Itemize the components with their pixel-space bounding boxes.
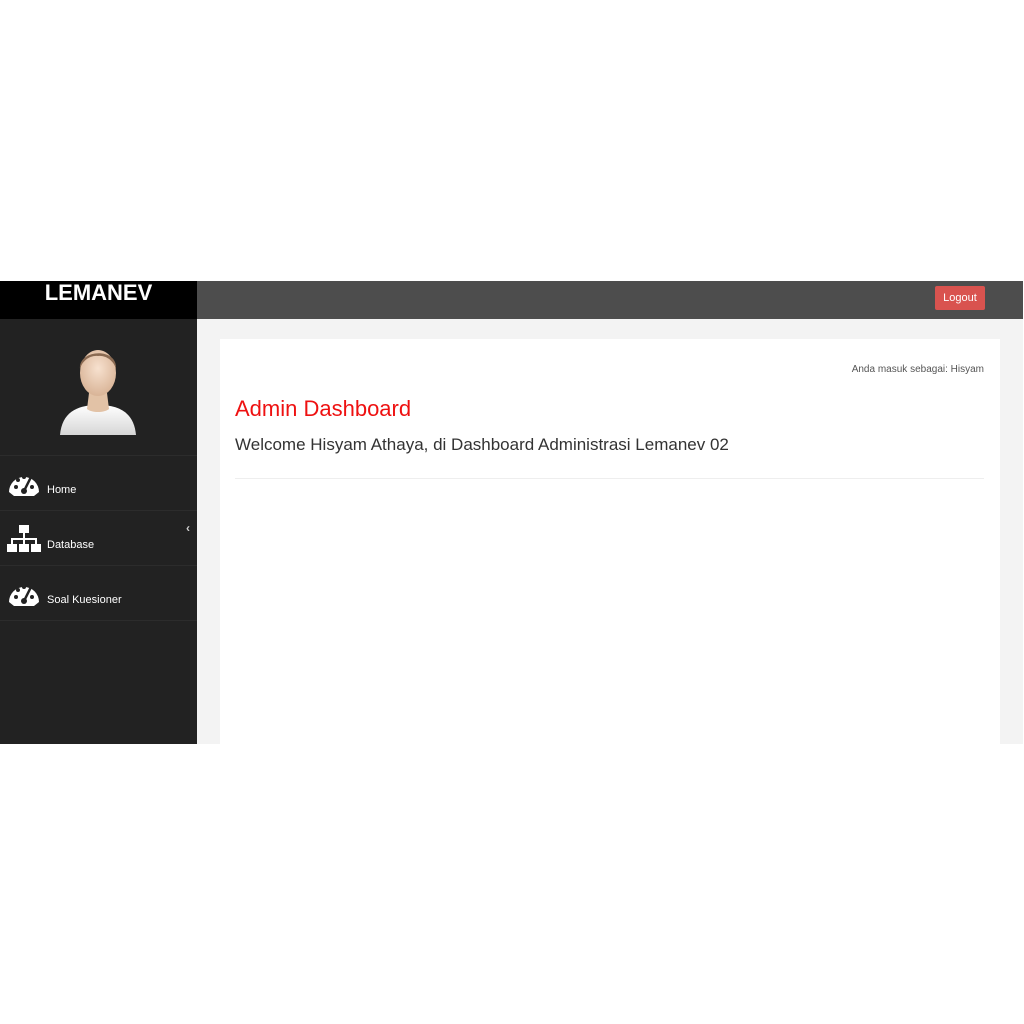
sidebar-item-label: Database (47, 539, 95, 551)
content-panel: Anda masuk sebagai: Hisyam Admin Dashboa… (220, 339, 1000, 744)
sidebar-item-database[interactable]: Database ‹ (0, 511, 197, 566)
sidebar-item-label: Home (47, 484, 77, 496)
profile-section (0, 319, 197, 456)
login-info: Anda masuk sebagai: Hisyam (851, 364, 984, 375)
logout-button[interactable]: Logout (935, 286, 985, 310)
sidebar-item-soal-kuesioner[interactable]: Soal Kuesioner (0, 566, 197, 621)
page-title: Admin Dashboard (235, 396, 412, 421)
divider (235, 478, 984, 479)
dashboard-gauge-icon (9, 585, 39, 606)
brand-logo[interactable]: LEMANEV (0, 281, 197, 319)
sidebar-menu: Home Database ‹ Soal Kuesioner (0, 456, 197, 621)
chevron-left-icon[interactable]: ‹ (186, 521, 190, 535)
sitemap-icon (7, 525, 41, 552)
sidebar: LEMANEV Home Database ‹ Soal Kuesioner (0, 281, 197, 744)
welcome-message: Welcome Hisyam Athaya, di Dashboard Admi… (235, 435, 729, 454)
sidebar-item-label: Soal Kuesioner (47, 594, 122, 606)
dashboard-gauge-icon (9, 475, 39, 496)
app-window: LEMANEV Home Database ‹ Soal Kuesioner L… (0, 281, 1023, 744)
user-avatar-icon (60, 350, 136, 435)
sidebar-item-home[interactable]: Home (0, 456, 197, 511)
topbar: Logout (197, 281, 1023, 319)
